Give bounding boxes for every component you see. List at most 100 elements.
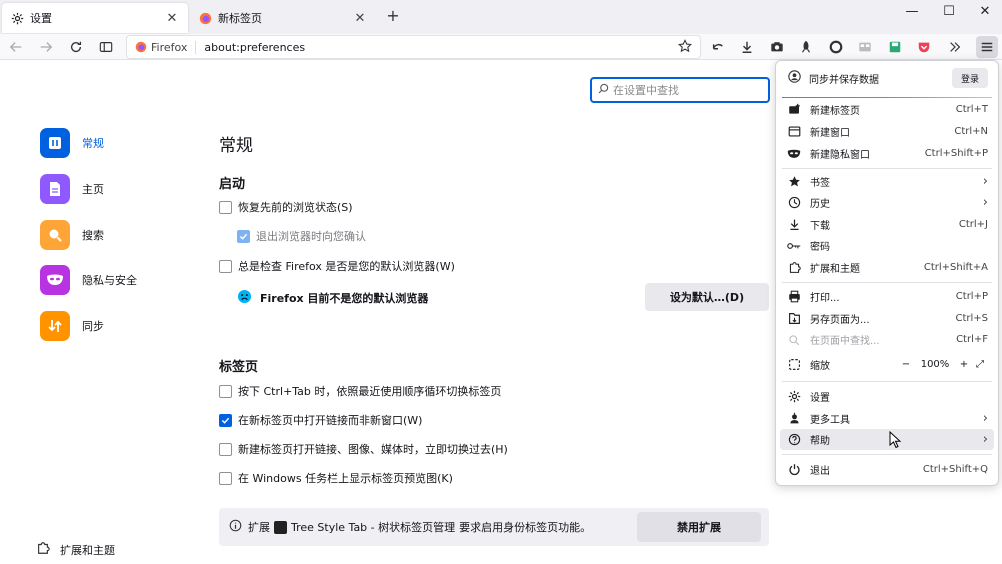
zoom-reset-button[interactable]: 100% (914, 359, 956, 370)
gear-icon (10, 11, 24, 25)
sync-row[interactable]: 同步并保存数据 登录 (776, 61, 998, 95)
close-icon[interactable]: ✕ (164, 11, 180, 26)
menu-new-window[interactable]: 新建窗口 Ctrl+N (780, 121, 994, 142)
menu-separator (782, 454, 992, 455)
disable-extension-button[interactable]: 禁用扩展 (637, 512, 761, 542)
identity-box[interactable]: Firefox (135, 40, 197, 54)
url-bar[interactable]: Firefox about:preferences (126, 35, 701, 59)
menu-shortcut: Ctrl+J (958, 219, 988, 230)
search-placeholder: 在设置中查找 (613, 84, 679, 97)
sad-face-icon (237, 289, 252, 307)
menu-label: 在页面中查找... (810, 336, 880, 347)
menu-save-page[interactable]: 另存页面为... Ctrl+S (780, 308, 994, 329)
taskbar-previews-checkbox[interactable]: 在 Windows 任务栏上显示标签页预览图(K) (219, 470, 453, 486)
screenshot-icon[interactable] (768, 38, 786, 56)
default-browser-status: Firefox 目前不是您的默认浏览器 (237, 289, 428, 307)
category-label: 常规 (82, 137, 104, 150)
checkbox-unchecked[interactable] (219, 384, 232, 398)
menu-help[interactable]: 帮助 › (780, 429, 994, 450)
close-icon[interactable]: ✕ (352, 11, 368, 26)
checkbox-unchecked[interactable] (219, 200, 232, 214)
undo-close-tab-icon[interactable] (709, 38, 727, 56)
category-privacy[interactable]: 隐私与安全 (40, 265, 137, 295)
find-icon (786, 332, 802, 348)
mask-icon (40, 265, 70, 295)
new-tab-button[interactable]: + (384, 8, 402, 26)
tree-style-tab-icon (274, 520, 287, 534)
menu-label: 更多工具 (810, 415, 850, 426)
checkbox-checked[interactable] (219, 413, 232, 427)
switch-to-new-tab-checkbox[interactable]: 新建标签页打开链接、图像、媒体时，立即切换过去(H) (219, 441, 508, 457)
menu-downloads[interactable]: 下载 Ctrl+J (780, 214, 994, 235)
circle-extension-icon[interactable] (827, 38, 845, 56)
menu-quit[interactable]: 退出 Ctrl+Shift+Q (780, 459, 994, 480)
menu-new-private-window[interactable]: 新建隐私窗口 Ctrl+Shift+P (780, 143, 994, 164)
sidebar-addons-link[interactable]: 扩展和主题 (36, 541, 115, 558)
tab-settings[interactable]: 设置 ✕ (2, 3, 188, 33)
search-icon (40, 220, 70, 250)
sidebar-toggle-button[interactable] (96, 37, 116, 57)
menu-shortcut: Ctrl+Shift+Q (922, 464, 988, 475)
zoom-in-button[interactable]: + (956, 359, 972, 370)
navigation-bar: Firefox about:preferences (0, 34, 1002, 60)
sidebar-footer-label: 扩展和主题 (60, 543, 115, 557)
extension-prefix: 扩展 (248, 521, 270, 534)
menu-print[interactable]: 打印... Ctrl+P (780, 286, 994, 307)
chevron-right-icon: › (982, 432, 988, 447)
checkbox-unchecked[interactable] (219, 471, 232, 485)
category-search[interactable]: 搜索 (40, 220, 104, 250)
category-sync[interactable]: 同步 (40, 311, 104, 341)
menu-settings[interactable]: 设置 (780, 386, 994, 407)
firefox-icon (198, 11, 212, 25)
menu-new-tab[interactable]: 新建标签页 Ctrl+T (780, 99, 994, 120)
download-icon[interactable] (738, 38, 756, 56)
maximize-button[interactable]: ☐ (934, 4, 964, 24)
reload-button[interactable] (66, 37, 86, 57)
default-browser-text: Firefox 目前不是您的默认浏览器 (260, 292, 429, 305)
menu-history[interactable]: 历史 › (780, 192, 994, 213)
restore-session-checkbox[interactable]: 恢复先前的浏览状态(S) (219, 199, 353, 215)
checkbox-unchecked[interactable] (219, 259, 232, 273)
menu-label: 书签 (810, 178, 830, 189)
new-window-icon (786, 124, 802, 140)
pocket-icon[interactable] (915, 38, 933, 56)
gallery-extension-icon[interactable] (856, 38, 874, 56)
menu-addons[interactable]: 扩展和主题 Ctrl+Shift+A (780, 257, 994, 278)
category-label: 主页 (82, 183, 104, 196)
checkbox-label: 退出浏览器时向您确认 (256, 230, 366, 243)
url-text[interactable]: about:preferences (204, 41, 305, 54)
menu-bookmarks[interactable]: 书签 › (780, 171, 994, 192)
overflow-chevron-icon[interactable] (946, 38, 964, 56)
menu-passwords[interactable]: 密码 (780, 235, 994, 256)
menu-shortcut: Ctrl+N (954, 126, 988, 137)
window-close-button[interactable]: ✕ (970, 4, 1000, 24)
print-icon (786, 289, 802, 305)
checkmark-icon (221, 417, 230, 424)
category-label: 隐私与安全 (82, 274, 137, 287)
ctrl-tab-checkbox[interactable]: 按下 Ctrl+Tab 时，依照最近使用顺序循环切换标签页 (219, 383, 501, 399)
checkbox-label: 恢复先前的浏览状态(S) (238, 201, 353, 214)
fullscreen-icon[interactable]: ⤢ (972, 359, 988, 370)
category-home[interactable]: 主页 (40, 174, 104, 204)
save-extension-icon[interactable] (886, 38, 904, 56)
app-menu-button[interactable] (976, 36, 998, 58)
tab-new-tab[interactable]: 新标签页 ✕ (190, 3, 376, 33)
rocket-icon[interactable] (797, 38, 815, 56)
menu-more-tools[interactable]: 更多工具 › (780, 408, 994, 429)
open-links-in-tabs-checkbox[interactable]: 在新标签页中打开链接而非新窗口(W) (219, 412, 422, 428)
checkbox-unchecked[interactable] (219, 442, 232, 456)
set-default-button[interactable]: 设为默认…(D) (645, 283, 769, 311)
settings-search-input[interactable]: 在设置中查找 (590, 77, 770, 103)
back-button[interactable] (6, 37, 26, 57)
minimize-button[interactable]: — (897, 4, 927, 24)
login-button[interactable]: 登录 (952, 68, 988, 88)
bookmark-star-icon[interactable] (678, 39, 692, 56)
menu-shortcut: Ctrl+Shift+A (923, 262, 988, 273)
chevron-right-icon: › (982, 411, 988, 426)
category-general[interactable]: 常规 (40, 128, 104, 158)
zoom-out-button[interactable]: − (898, 359, 914, 370)
forward-button[interactable] (36, 37, 56, 57)
account-icon (788, 70, 801, 86)
check-default-checkbox[interactable]: 总是检查 Firefox 是否是您的默认浏览器(W) (219, 258, 455, 274)
extension-message: 要求启用身份标签页功能。 (459, 521, 592, 534)
